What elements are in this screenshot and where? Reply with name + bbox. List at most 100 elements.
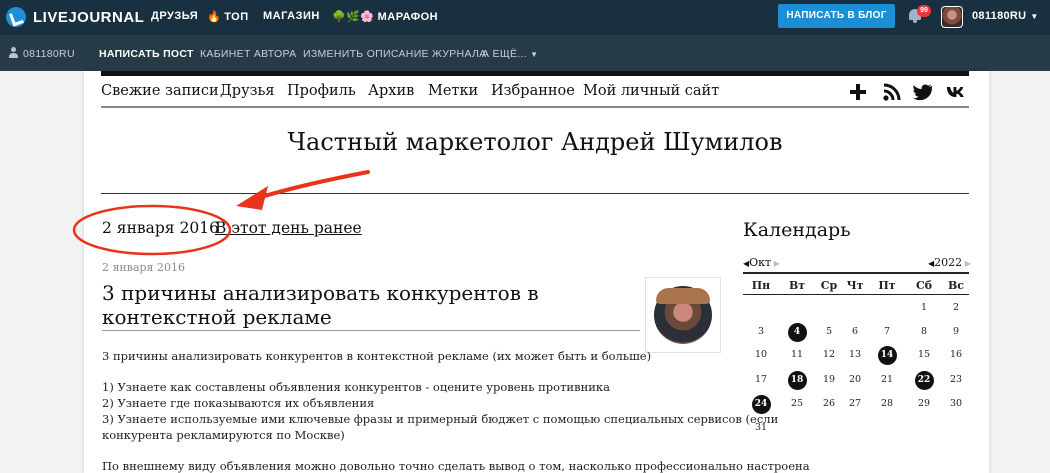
post-title[interactable]: 3 причины анализировать конкурентов в ко… [102,281,642,329]
post-date: 2 января 2016 [102,261,185,274]
calendar-year[interactable]: 2022 [934,256,962,269]
calendar-weekday: Чт [846,279,864,292]
title-rule [101,193,969,194]
write-blog-button[interactable]: НАПИСАТЬ В БЛОГ [778,4,895,28]
chevron-down-icon: ▼ [530,50,539,59]
post-line: 3) Узнаете используемые ими ключевые фра… [102,412,779,426]
nav-friends[interactable]: ДРУЗЬЯ [151,10,198,22]
post-line: 2) Узнаете где показываются их объявлени… [102,396,375,410]
write-post-link[interactable]: НАПИСАТЬ ПОСТ [99,48,194,60]
post-title-rule [102,330,640,331]
calendar-day-with-posts[interactable]: 18 [787,370,807,390]
calendar-day: 20 [848,374,862,385]
nav-top[interactable]: 🔥 ТОП [207,10,249,23]
plants-icon: 🌳🌿🌸 [332,11,375,23]
calendar-day: 16 [949,349,963,360]
author-photo-hat [656,288,710,304]
calendar-day: 5 [825,326,833,337]
calendar-day: 9 [952,326,960,337]
journal-nav-profile[interactable]: Профиль [287,83,356,99]
post-line: конкурента рекламируются по Москве) [102,428,345,442]
vk-icon[interactable] [946,82,966,102]
calendar-rule [743,294,969,295]
calendar-weekday: Сб [915,279,933,292]
calendar-weekday: Вс [948,279,964,292]
calendar-day: 6 [851,326,859,337]
calendar-day: 7 [883,326,891,337]
nav-rule [101,106,969,108]
nav-marathon-label: МАРАФОН [377,11,439,23]
calendar-weekday: Пн [751,279,771,292]
calendar-day: 17 [754,374,768,385]
edit-journal-link[interactable]: ИЗМЕНИТЬ ОПИСАНИЕ ЖУРНАЛА [303,48,486,60]
calendar-day-with-posts[interactable]: 4 [787,322,807,342]
journal-nav-tags[interactable]: Метки [428,83,478,99]
calendar-rule [743,272,969,274]
calendar-day: 13 [848,349,862,360]
calendar-weekday: Пт [878,279,896,292]
journal-title[interactable]: Частный маркетолог Андрей Шумилов [101,128,969,156]
calendar-title: Календарь [743,219,851,241]
livejournal-logo[interactable]: LIVEJOURNAL [6,6,144,28]
calendar-day: 27 [848,398,862,409]
calendar-day: 31 [754,422,768,433]
calendar-day: 25 [790,398,804,409]
journal-subbar: 081180RU НАПИСАТЬ ПОСТ КАБИНЕТ АВТОРА ИЗ… [0,35,1050,71]
calendar-day: 2 [952,302,960,313]
calendar-day: 1 [920,302,928,313]
notification-badge: 99 [917,5,931,17]
post-paragraph: По внешнему виду объявления можно доволь… [102,459,810,473]
next-year-icon: ▶ [962,259,971,268]
calendar-month-nav: ◀Окт ▶ [743,256,780,269]
author-cabinet-link[interactable]: КАБИНЕТ АВТОРА [200,48,296,60]
journal-nav-site[interactable]: Мой личный сайт [583,83,719,99]
calendar-day: 11 [790,349,804,360]
journal-nav-favorites[interactable]: Избранное [491,83,575,99]
calendar-day: 30 [949,398,963,409]
calendar-day: 19 [822,374,836,385]
calendar-day: 28 [880,398,894,409]
lj-logo-icon [6,7,26,27]
rss-icon[interactable] [882,82,902,102]
username: 081180RU [972,10,1027,22]
header-rule [101,71,969,76]
calendar-day: 21 [880,374,894,385]
fire-icon: 🔥 [207,11,222,23]
calendar-day-with-posts[interactable]: 22 [914,370,934,390]
calendar-day: 3 [757,326,765,337]
userpic[interactable] [645,277,721,353]
calendar-day: 26 [822,398,836,409]
plus-icon[interactable] [848,82,868,102]
journal-nav-archive[interactable]: Архив [368,83,414,99]
journal-nav-recent[interactable]: Свежие записи [101,83,219,99]
calendar-day: 23 [949,374,963,385]
twitter-icon[interactable] [913,82,933,102]
next-month-icon: ▶ [771,259,780,268]
user-menu[interactable]: 081180RU ▼ [972,10,1039,22]
day-heading: 2 января 2016 [102,219,219,237]
journal-nav-friends[interactable]: Друзья [220,83,275,99]
lj-topbar: LIVEJOURNAL ДРУЗЬЯ 🔥 ТОП МАГАЗИН 🌳🌿🌸 МАРАФ… [0,0,1050,35]
calendar-day-with-posts[interactable]: 24 [751,394,771,414]
user-icon [8,47,18,58]
avatar[interactable] [941,6,963,28]
calendar-day: 12 [822,349,836,360]
brand-name: LIVEJOURNAL [33,8,145,26]
calendar-weekday: Вт [788,279,806,292]
chevron-down-icon: ▼ [1030,12,1039,21]
calendar-day: 8 [920,326,928,337]
calendar-day-with-posts[interactable]: 14 [877,345,897,365]
nav-marathon[interactable]: 🌳🌿🌸 МАРАФОН [332,10,438,23]
calendar-month[interactable]: Окт [749,256,771,269]
post-line: 1) Узнаете как составлены объявления кон… [102,380,610,394]
on-this-day-link[interactable]: В этот день ранее [215,219,362,237]
nav-shop[interactable]: МАГАЗИН [263,10,320,22]
calendar-day: 29 [917,398,931,409]
subbar-username[interactable]: 081180RU [23,48,75,60]
calendar-day: 10 [754,349,768,360]
nav-top-label: ТОП [224,11,249,23]
more-menu[interactable]: А ЕЩЁ... ▼ [482,48,538,60]
more-label: А ЕЩЁ... [482,48,527,60]
calendar-day: 15 [917,349,931,360]
post-paragraph: 3 причины анализировать конкурентов в ко… [102,349,652,363]
